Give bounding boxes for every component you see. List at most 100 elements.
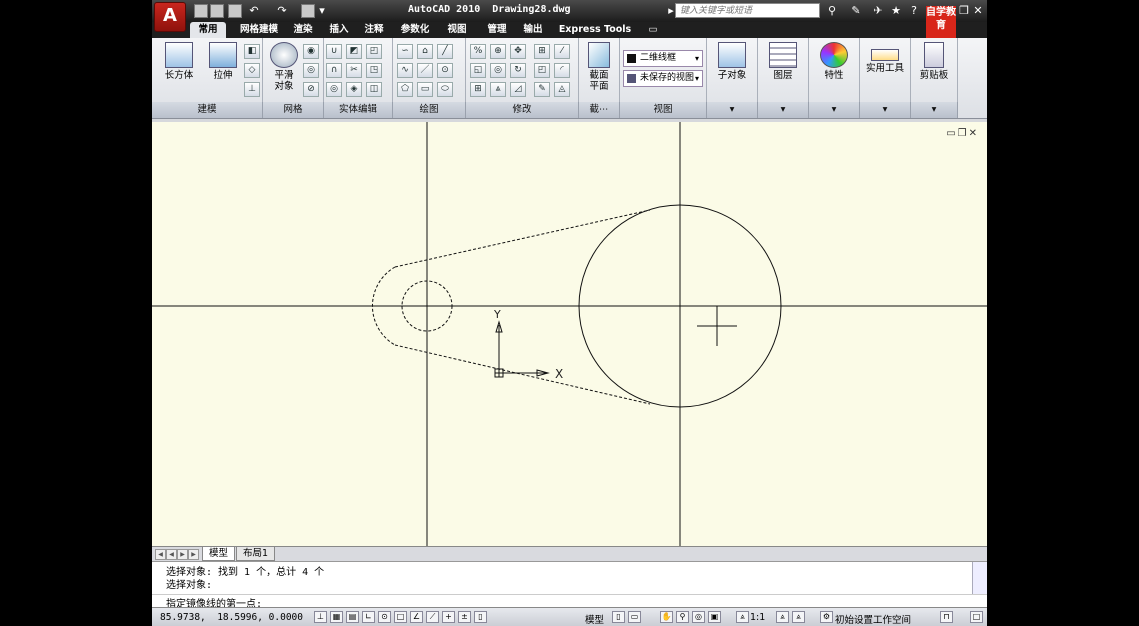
- auto-scale-icon[interactable]: ⩓: [792, 611, 805, 623]
- grid-display-icon[interactable]: ▤: [346, 611, 359, 623]
- clean-screen-icon[interactable]: □: [970, 611, 983, 623]
- slice-icon[interactable]: ✂: [346, 63, 362, 78]
- layout-view-icon[interactable]: ▯: [612, 611, 625, 623]
- open-icon[interactable]: [210, 4, 224, 18]
- next-tab-arrow-icon[interactable]: ▶: [177, 549, 188, 560]
- model-space-label[interactable]: 模型: [585, 612, 604, 626]
- tab-manage[interactable]: 管理: [482, 22, 512, 38]
- zoom-icon[interactable]: ⚲: [676, 611, 689, 623]
- favorites-icon[interactable]: ★: [890, 4, 902, 17]
- smooth-object-button[interactable]: 平滑 对象: [266, 40, 302, 100]
- subtract-icon[interactable]: ◩: [346, 44, 362, 59]
- circle-icon[interactable]: ⊙: [437, 63, 453, 78]
- mirror-icon[interactable]: ⩓: [490, 82, 506, 97]
- saved-view-dropdown[interactable]: 未保存的视图 ▾: [623, 70, 703, 87]
- intersect-icon[interactable]: ∩: [326, 63, 342, 78]
- dynamic-input-icon[interactable]: +: [442, 611, 455, 623]
- quick-properties-icon[interactable]: ▯: [474, 611, 487, 623]
- ellipse-icon[interactable]: ⬭: [437, 82, 453, 97]
- showmotion-icon[interactable]: ▣: [708, 611, 721, 623]
- panel-view-title[interactable]: 视图: [620, 102, 707, 118]
- binoculars-icon[interactable]: ⚲: [824, 4, 840, 17]
- command-scrollbar[interactable]: [972, 562, 987, 594]
- chamfer-icon[interactable]: ◿: [510, 82, 526, 97]
- panel-section-title[interactable]: 截⋯: [579, 102, 620, 118]
- tab-mesh-modeling[interactable]: 网格建模: [234, 22, 284, 38]
- panel-modify-title[interactable]: 修改: [466, 102, 579, 118]
- interfere-icon[interactable]: ◎: [326, 82, 342, 97]
- section-plane-button[interactable]: 截面 平面: [579, 40, 619, 100]
- extrude-button[interactable]: 拉伸: [202, 40, 244, 100]
- quick-view-drawings-icon[interactable]: ▭: [628, 611, 641, 623]
- copy-icon[interactable]: ◰: [534, 63, 550, 78]
- save-icon[interactable]: [228, 4, 242, 18]
- clipboard-expand-icon[interactable]: ▾: [911, 102, 958, 118]
- layers-button[interactable]: 图层: [762, 40, 804, 100]
- layers-expand-icon[interactable]: ▾: [758, 102, 809, 118]
- polyline-icon[interactable]: ∽: [397, 44, 413, 59]
- explode-icon[interactable]: ◬: [554, 82, 570, 97]
- viewport-restore-icon[interactable]: ❐: [958, 128, 969, 139]
- subobject-button[interactable]: 子对象: [711, 40, 753, 100]
- drawing-canvas[interactable]: Y X ▭❐✕: [152, 122, 987, 546]
- shell-icon[interactable]: ◫: [366, 82, 382, 97]
- tab-output[interactable]: 输出: [518, 22, 548, 38]
- annotation-scale-value[interactable]: 1:1: [750, 612, 765, 623]
- spline-icon[interactable]: ∿: [397, 63, 413, 78]
- mesh-smooth-less-icon[interactable]: ◎: [303, 63, 319, 78]
- erase-icon[interactable]: ✎: [534, 82, 550, 97]
- rotate-icon[interactable]: ⊕: [490, 44, 506, 59]
- new-icon[interactable]: [194, 4, 208, 18]
- ortho-mode-icon[interactable]: ∟: [362, 611, 375, 623]
- move-icon[interactable]: ✥: [510, 44, 526, 59]
- tab-parametric[interactable]: 参数化: [395, 22, 435, 38]
- annotation-scale-icon[interactable]: ⩓: [736, 611, 749, 623]
- utilities-button[interactable]: 实用工具: [864, 40, 906, 100]
- union-icon[interactable]: ∪: [326, 44, 342, 59]
- properties-expand-icon[interactable]: ▾: [809, 102, 860, 118]
- subscription-icon[interactable]: ✎: [850, 4, 862, 17]
- properties-button[interactable]: 特性: [813, 40, 855, 100]
- viewport-close-icon[interactable]: ✕: [969, 128, 979, 139]
- polygon-icon[interactable]: ⬠: [397, 82, 413, 97]
- visual-style-dropdown[interactable]: 二维线框 ▾: [623, 50, 703, 67]
- tab-layout1[interactable]: 布局1: [236, 547, 276, 561]
- help-icon[interactable]: ?: [908, 4, 920, 17]
- tab-view[interactable]: 视图: [442, 22, 472, 38]
- ribbon-minimize-icon[interactable]: ▭: [646, 22, 660, 38]
- lineweight-icon[interactable]: ±: [458, 611, 471, 623]
- mesh-smooth-more-icon[interactable]: ◉: [303, 44, 319, 59]
- tab-model[interactable]: 模型: [202, 547, 236, 561]
- extract-edges-icon[interactable]: ◰: [366, 44, 382, 59]
- tab-annotate[interactable]: 注释: [359, 22, 389, 38]
- presspull-icon[interactable]: ◧: [244, 44, 260, 59]
- restore-icon[interactable]: ❐: [958, 4, 970, 17]
- application-menu-button[interactable]: A: [154, 2, 186, 32]
- rectangle-icon[interactable]: ▭: [417, 82, 433, 97]
- tab-render[interactable]: 渲染: [288, 22, 318, 38]
- lock-icon[interactable]: ⊓: [940, 611, 953, 623]
- scale-icon[interactable]: ⊞: [534, 44, 550, 59]
- thicken-icon[interactable]: ◈: [346, 82, 362, 97]
- undo-icon[interactable]: ↶: [248, 4, 260, 17]
- extend-icon[interactable]: ⁄: [554, 44, 570, 59]
- workspace-switch[interactable]: 初始设置工作空间: [835, 612, 911, 626]
- object-snap-icon[interactable]: □: [394, 611, 407, 623]
- offset-icon[interactable]: ◎: [490, 63, 506, 78]
- mesh-refine-icon[interactable]: ⊘: [303, 82, 319, 97]
- line2-icon[interactable]: ／: [417, 63, 433, 78]
- snap-mode-icon[interactable]: ▦: [330, 611, 343, 623]
- tab-insert[interactable]: 插入: [324, 22, 354, 38]
- fillet-icon[interactable]: ◜: [554, 63, 570, 78]
- utilities-expand-icon[interactable]: ▾: [860, 102, 911, 118]
- line-icon[interactable]: ╱: [437, 44, 453, 59]
- array-icon[interactable]: ⊞: [470, 82, 486, 97]
- viewport-minimize-icon[interactable]: ▭: [946, 128, 957, 139]
- panel-solid-editing-title[interactable]: 实体编辑: [324, 102, 393, 118]
- close-icon[interactable]: ✕: [972, 4, 984, 17]
- eraser-icon[interactable]: ◇: [244, 63, 260, 78]
- rotate2-icon[interactable]: ↻: [510, 63, 526, 78]
- infer-constraints-icon[interactable]: ⊥: [314, 611, 327, 623]
- tab-express-tools[interactable]: Express Tools: [555, 22, 635, 38]
- tab-home[interactable]: 常用: [190, 22, 226, 38]
